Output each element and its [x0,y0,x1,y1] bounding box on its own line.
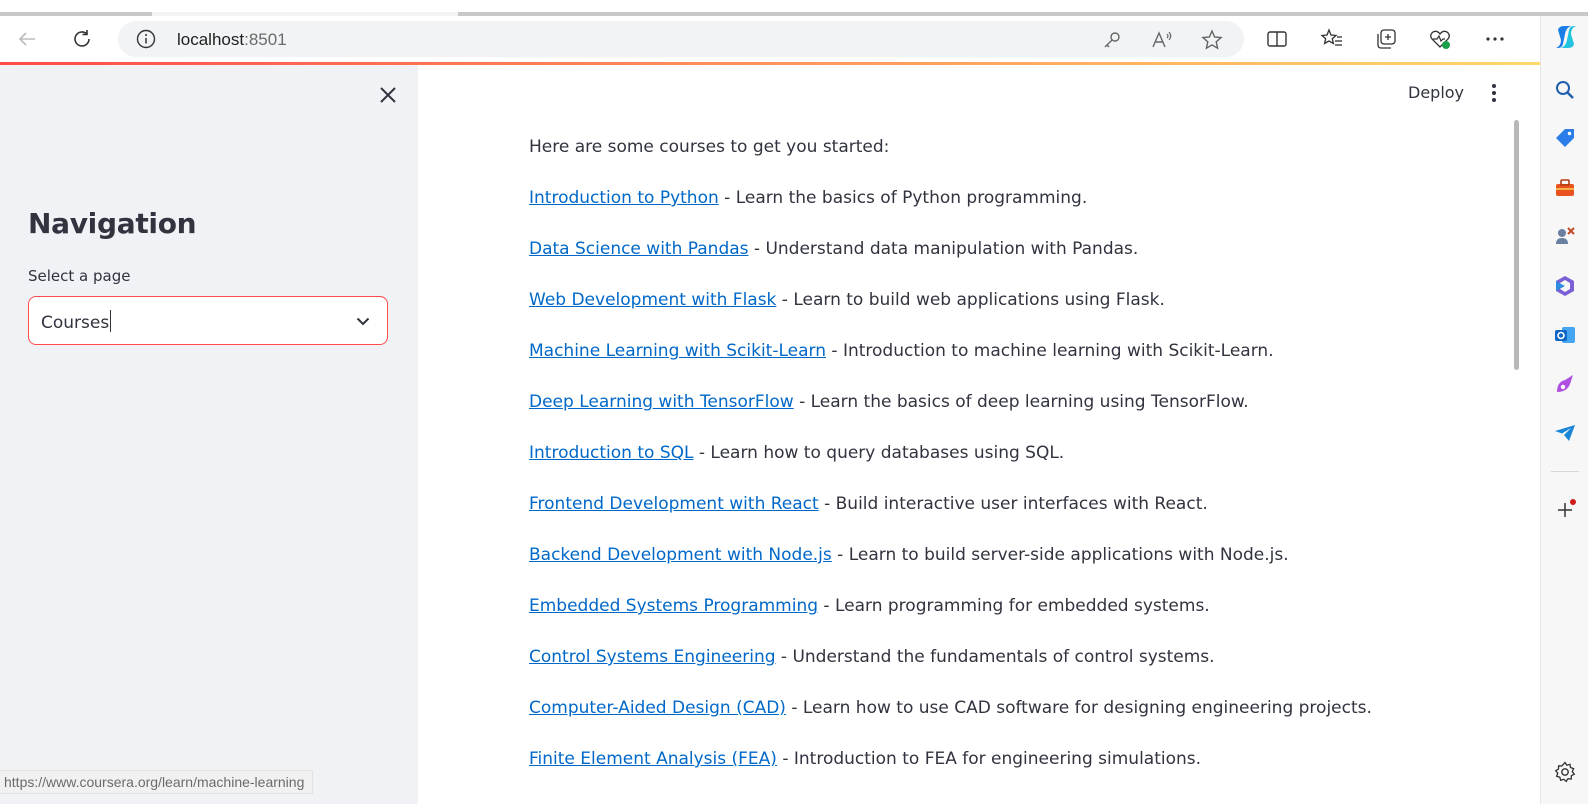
text-caret [110,310,112,332]
sidebar-title: Navigation [28,207,197,240]
url-port: :8501 [244,30,287,49]
read-aloud-icon[interactable] [1150,28,1174,52]
settings-icon[interactable] [1553,760,1577,784]
course-link[interactable]: Introduction to SQL [529,443,693,463]
course-description: - Understand the fundamentals of control… [775,647,1215,667]
refresh-icon[interactable] [65,22,99,56]
edge-sidebar [1540,16,1588,804]
collections-icon[interactable] [1369,22,1403,56]
address-bar[interactable]: localhost:8501 [118,21,1244,57]
url-host: localhost [177,30,245,49]
close-sidebar-icon[interactable] [376,83,400,107]
course-description: - Learn the basics of Python programming… [718,188,1088,208]
course-item: Deep Learning with TensorFlow - Learn th… [529,392,1249,412]
course-link[interactable]: Embedded Systems Programming [529,596,818,616]
course-link[interactable]: Deep Learning with TensorFlow [529,392,794,412]
search-icon[interactable] [1553,78,1577,102]
scrollbar-thumb[interactable] [1514,120,1519,370]
course-item: Web Development with Flask - Learn to bu… [529,290,1165,310]
select-label: Select a page [28,267,131,285]
course-description: - Build interactive user interfaces with… [818,494,1208,514]
edge-sidebar-divider [1551,471,1579,472]
intro-text: Here are some courses to get you started… [529,137,890,157]
course-item: Embedded Systems Programming - Learn pro… [529,596,1210,616]
course-description: - Learn the basics of deep learning usin… [793,392,1249,412]
status-bar-url: https://www.coursera.org/learn/machine-l… [0,770,314,794]
tools-icon[interactable] [1553,176,1577,200]
course-description: - Learn how to query databases using SQL… [693,443,1065,463]
page-select[interactable]: Courses [28,296,388,345]
course-description: - Learn to build server-side application… [831,545,1289,565]
main-content: Deploy Here are some courses to get you … [418,65,1522,804]
course-item: Introduction to Python - Learn the basic… [529,188,1087,208]
course-link[interactable]: Web Development with Flask [529,290,776,310]
main-menu-icon[interactable] [1482,81,1506,105]
outlook-icon[interactable] [1553,323,1577,347]
add-icon[interactable] [1553,498,1577,522]
course-link[interactable]: Computer-Aided Design (CAD) [529,698,786,718]
course-item: Control Systems Engineering - Understand… [529,647,1215,667]
course-description: - Learn how to use CAD software for desi… [785,698,1372,718]
browser-window: localhost:8501 Navigation Select a page … [0,0,1588,804]
key-icon[interactable] [1100,28,1124,52]
more-icon[interactable] [1478,22,1512,56]
course-link[interactable]: Machine Learning with Scikit-Learn [529,341,826,361]
page-select-value[interactable]: Courses [41,310,112,333]
telegram-icon[interactable] [1553,421,1577,445]
course-item: Machine Learning with Scikit-Learn - Int… [529,341,1274,361]
deploy-button[interactable]: Deploy [1408,83,1464,102]
course-description: - Introduction to machine learning with … [826,341,1274,361]
designer-icon[interactable] [1553,372,1577,396]
course-description: - Understand data manipulation with Pand… [748,239,1139,259]
course-link[interactable]: Control Systems Engineering [529,647,776,667]
course-item: Finite Element Analysis (FEA) - Introduc… [529,749,1201,769]
chevron-down-icon[interactable] [353,311,373,331]
games-icon[interactable] [1553,224,1577,248]
browser-toolbar: localhost:8501 [0,16,1540,62]
course-link[interactable]: Finite Element Analysis (FEA) [529,749,777,769]
course-item: Frontend Development with React - Build … [529,494,1208,514]
course-description: - Learn to build web applications using … [776,290,1165,310]
browser-essentials-icon[interactable] [1423,22,1457,56]
course-link[interactable]: Backend Development with Node.js [529,545,832,565]
course-description: - Learn programming for embedded systems… [818,596,1210,616]
course-link[interactable]: Data Science with Pandas [529,239,749,259]
split-screen-icon[interactable] [1260,22,1294,56]
course-item: Backend Development with Node.js - Learn… [529,545,1289,565]
page-select-text: Courses [41,313,110,333]
favorites-icon[interactable] [1315,22,1349,56]
copilot-icon[interactable] [1553,24,1577,48]
course-link[interactable]: Frontend Development with React [529,494,819,514]
back-icon[interactable] [10,22,44,56]
course-item: Computer-Aided Design (CAD) - Learn how … [529,698,1372,718]
microsoft365-icon[interactable] [1553,274,1577,298]
course-description: - Introduction to FEA for engineering si… [776,749,1202,769]
course-link[interactable]: Introduction to Python [529,188,719,208]
tab-strip [0,0,1588,16]
shopping-tag-icon[interactable] [1553,126,1577,150]
course-item: Data Science with Pandas - Understand da… [529,239,1138,259]
course-item: Introduction to SQL - Learn how to query… [529,443,1064,463]
favorite-star-icon[interactable] [1200,28,1224,52]
app-sidebar: Navigation Select a page Courses [0,65,418,804]
info-icon[interactable] [136,29,156,49]
url-text[interactable]: localhost:8501 [177,30,287,50]
